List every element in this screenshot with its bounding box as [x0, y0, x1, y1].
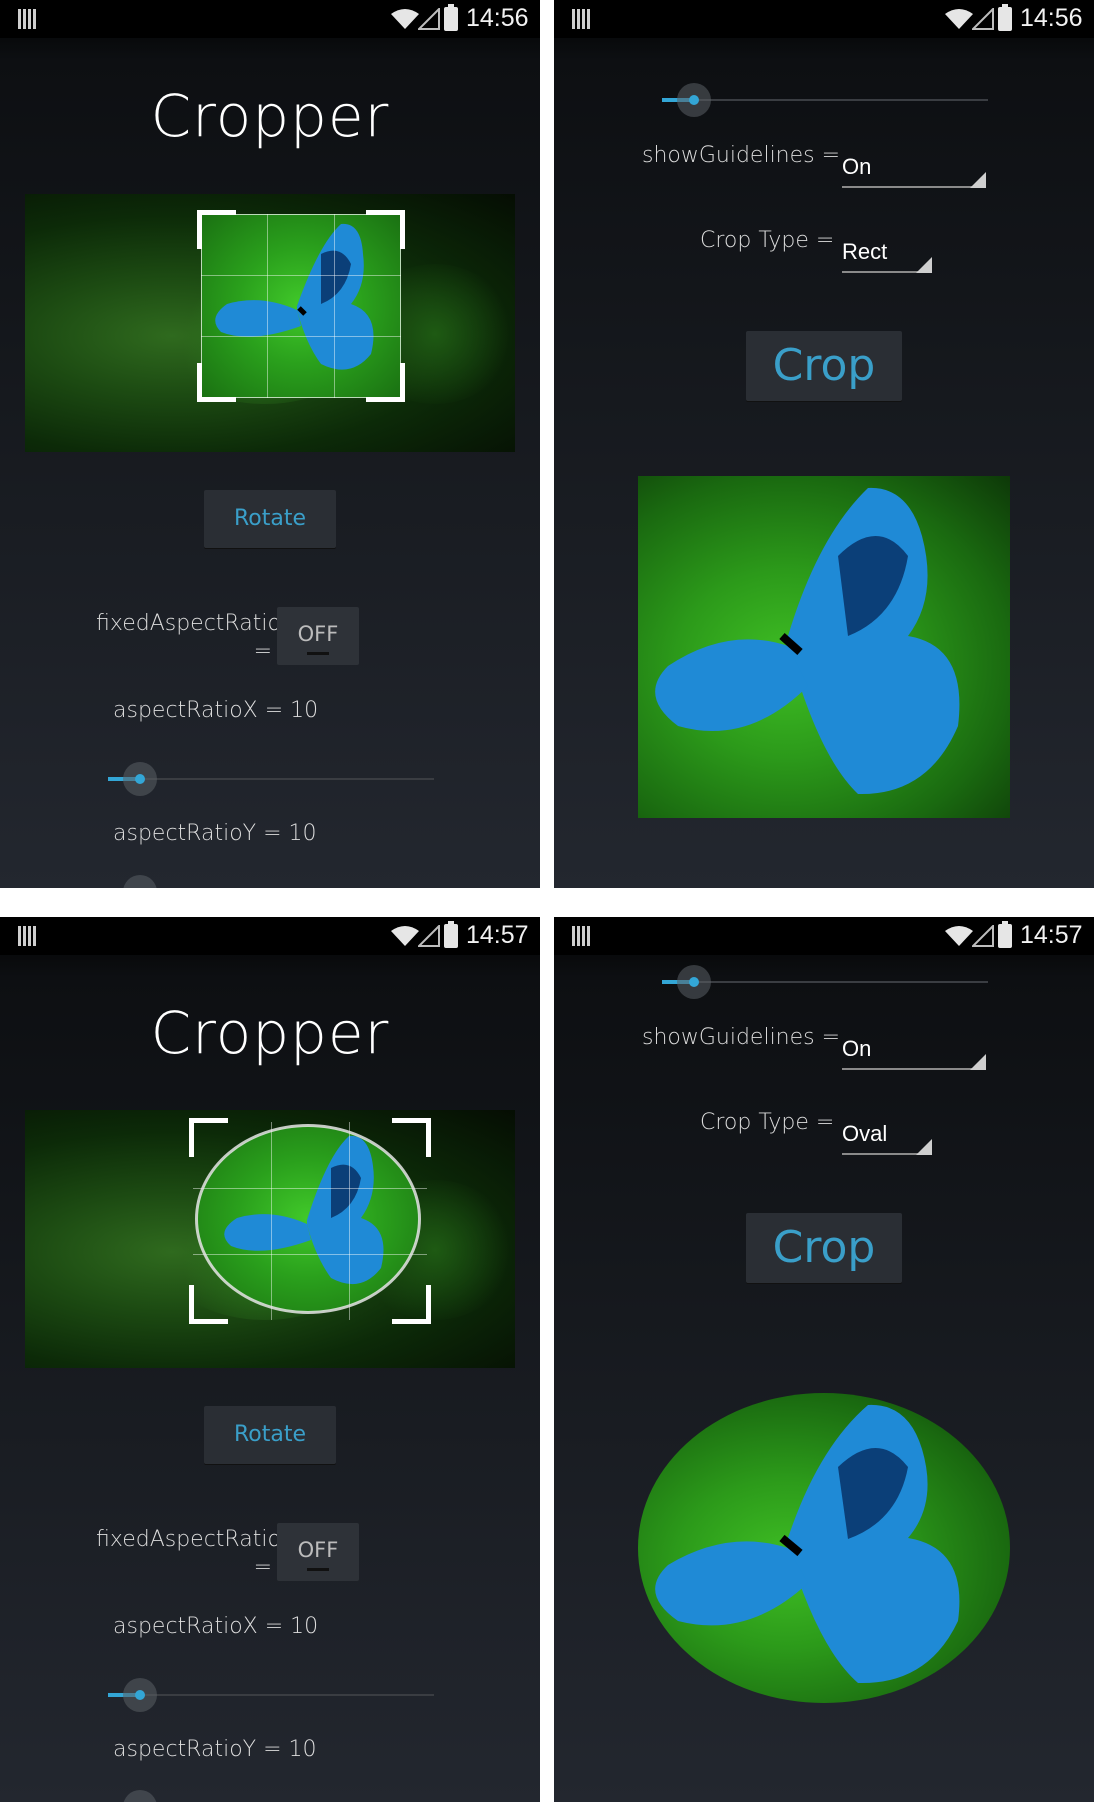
crop-handle-top-right[interactable]	[392, 1118, 431, 1157]
crop-handle-bottom-left[interactable]	[197, 363, 236, 402]
crop-type-select[interactable]: Rect	[842, 239, 932, 273]
show-guidelines-select[interactable]: On	[842, 154, 986, 188]
cropped-result-image	[638, 1393, 1010, 1703]
notification-icon	[572, 926, 590, 946]
crop-button[interactable]: Crop	[746, 1213, 902, 1283]
show-guidelines-label: showGuidelines =	[642, 143, 841, 168]
screen-rect-bottom: aspectRatioY = 10 14:56 showGuidelines =…	[554, 0, 1094, 888]
notification-icon	[18, 9, 36, 29]
fixed-aspect-ratio-label-eq: =	[253, 1555, 272, 1580]
aspect-ratio-x-label: aspectRatioX = 10	[113, 1614, 319, 1639]
signal-icon	[972, 925, 994, 947]
show-guidelines-label: showGuidelines =	[642, 1025, 841, 1050]
app-title: Cropper	[150, 82, 390, 150]
butterfly-image	[655, 487, 960, 795]
show-guidelines-select[interactable]: On	[842, 1036, 986, 1070]
wifi-icon	[945, 926, 973, 946]
status-bar: 14:57	[0, 917, 540, 955]
crop-window[interactable]	[197, 210, 405, 402]
wifi-icon	[391, 926, 419, 946]
fixed-aspect-ratio-toggle[interactable]: OFF	[277, 1523, 359, 1581]
aspect-ratio-y-slider[interactable]	[662, 80, 988, 120]
notification-icon	[18, 926, 36, 946]
screen-oval-top: 14:57 Cropper Rotate fixedAspectRatio = …	[0, 917, 540, 1802]
crop-type-value: Rect	[842, 239, 888, 264]
signal-icon	[972, 8, 994, 30]
screen-oval-bottom: 14:57 showGuidelines = On Crop Type = Ov…	[554, 917, 1094, 1802]
aspect-ratio-y-slider[interactable]	[108, 872, 434, 888]
aspect-ratio-y-slider[interactable]	[108, 1787, 434, 1802]
clock: 14:57	[1020, 921, 1083, 949]
crop-type-label: Crop Type =	[700, 228, 835, 253]
toggle-value: OFF	[297, 622, 339, 646]
cropped-result-image	[638, 476, 1010, 818]
fixed-aspect-ratio-label-text: fixedAspectRatio	[96, 1527, 281, 1552]
aspect-ratio-y-slider[interactable]	[662, 962, 988, 1002]
status-bar: 14:56	[0, 0, 540, 38]
crop-window[interactable]	[189, 1118, 431, 1324]
aspect-ratio-x-label: aspectRatioX = 10	[113, 698, 319, 723]
clock: 14:57	[466, 921, 529, 949]
fixed-aspect-ratio-label: fixedAspectRatio =	[96, 610, 281, 666]
rotate-button[interactable]: Rotate	[204, 1406, 336, 1464]
rotate-button[interactable]: Rotate	[204, 490, 336, 548]
show-guidelines-value: On	[842, 1036, 872, 1061]
source-image	[25, 194, 515, 452]
aspect-ratio-y-label: aspectRatioY = 10	[113, 821, 317, 846]
fixed-aspect-ratio-label: fixedAspectRatio =	[96, 1526, 281, 1582]
status-bar: 14:56	[554, 0, 1094, 38]
source-image	[25, 1110, 515, 1368]
battery-charging-icon	[444, 4, 458, 31]
notification-icon	[572, 9, 590, 29]
aspect-ratio-x-slider[interactable]	[108, 1675, 434, 1715]
wifi-icon	[945, 9, 973, 29]
signal-icon	[418, 8, 440, 30]
fixed-aspect-ratio-label-text: fixedAspectRatio	[96, 611, 281, 636]
wifi-icon	[391, 9, 419, 29]
status-bar: 14:57	[554, 917, 1094, 955]
crop-type-select[interactable]: Oval	[842, 1121, 932, 1155]
crop-type-label: Crop Type =	[700, 1110, 835, 1135]
crop-handle-top-left[interactable]	[189, 1118, 228, 1157]
butterfly-image	[655, 1404, 960, 1684]
fixed-aspect-ratio-toggle[interactable]: OFF	[277, 607, 359, 665]
screen-rect-top: 14:56 Cropper Rotate fixedAspectRatio = …	[0, 0, 540, 888]
battery-charging-icon	[998, 4, 1012, 31]
clock: 14:56	[1020, 4, 1083, 32]
crop-handle-bottom-right[interactable]	[392, 1285, 431, 1324]
aspect-ratio-y-label: aspectRatioY = 10	[113, 1737, 317, 1762]
app-title: Cropper	[150, 999, 390, 1067]
clock: 14:56	[466, 4, 529, 32]
crop-handle-bottom-right[interactable]	[366, 363, 405, 402]
crop-type-value: Oval	[842, 1121, 888, 1146]
show-guidelines-value: On	[842, 154, 872, 179]
battery-charging-icon	[444, 921, 458, 948]
aspect-ratio-x-slider[interactable]	[108, 759, 434, 799]
crop-handle-bottom-left[interactable]	[189, 1285, 228, 1324]
crop-button[interactable]: Crop	[746, 331, 902, 401]
crop-handle-top-right[interactable]	[366, 210, 405, 249]
signal-icon	[418, 925, 440, 947]
crop-handle-top-left[interactable]	[197, 210, 236, 249]
fixed-aspect-ratio-label-eq: =	[253, 639, 272, 664]
toggle-value: OFF	[297, 1538, 339, 1562]
battery-charging-icon	[998, 921, 1012, 948]
